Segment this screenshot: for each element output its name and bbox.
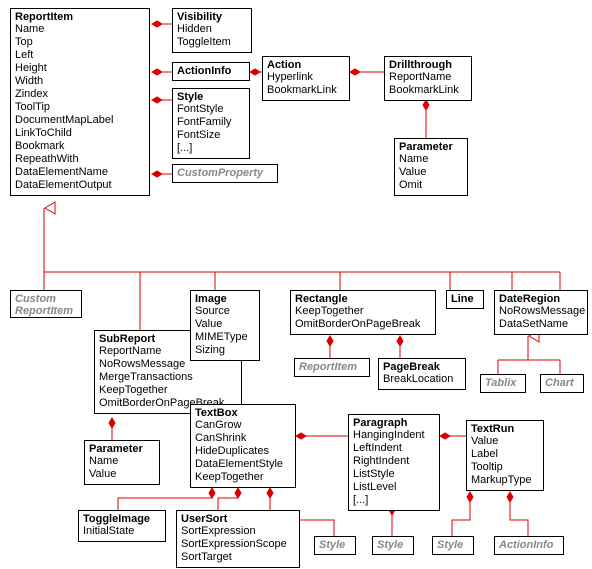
class-rectangle: Rectangle KeepTogetherOmitBorderOnPageBr… [290,290,436,335]
class-image: Image SourceValueMIMETypeSizing [190,290,260,361]
class-title: ActionInfo [173,63,249,80]
class-title: Rectangle [291,291,435,305]
class-chart: Chart [540,374,584,393]
class-attrs: HyperlinkBookmarkLink [263,71,349,100]
class-title: TextRun [467,421,543,435]
class-title: ReportItem [295,359,369,376]
class-title: Visibility [173,9,251,23]
class-customproperty: CustomProperty [172,164,278,183]
class-style-ghost-1: Style [314,536,356,555]
class-title: Style [433,537,473,554]
class-title: CustomReportItem [11,291,81,317]
class-title: Action [263,57,349,71]
class-attrs: NameTopLeftHeightWidthZindexToolTipDocum… [11,23,149,195]
class-title: TextBox [191,405,295,419]
class-title: Line [447,291,483,308]
class-pagebreak: PageBreak BreakLocation [378,358,466,390]
class-attrs: NameValueOmit [395,153,467,195]
class-toggleimage: ToggleImage InitialState [78,510,166,542]
class-reportitem-ghost: ReportItem [294,358,370,377]
class-customreportitem: CustomReportItem [10,290,82,318]
class-visibility: Visibility HiddenToggleItem [172,8,252,53]
class-attrs: SortExpressionSortExpressionScopeSortTar… [177,525,299,567]
class-actioninfo: ActionInfo [172,62,250,81]
class-attrs: ReportNameBookmarkLink [385,71,471,100]
class-actioninfo-ghost: ActionInfo [494,536,564,555]
class-title: Parameter [395,139,467,153]
class-line: Line [446,290,484,309]
class-parameter-sub: Parameter NameValue [84,440,160,485]
class-attrs: FontStyleFontFamilyFontSize[...] [173,103,249,158]
class-title: Drillthrough [385,57,471,71]
class-attrs: KeepTogetherOmitBorderOnPageBreak [291,305,435,334]
class-title: Paragraph [349,415,439,429]
class-dateregion: DateRegion NoRowsMessageDataSetName [494,290,588,335]
class-title: PageBreak [379,359,465,373]
class-attrs: BreakLocation [379,373,465,389]
class-title: Style [315,537,355,554]
class-textrun: TextRun ValueLabelTooltipMarkupType [466,420,544,491]
class-title: Chart [541,375,583,392]
class-title: CustomProperty [173,165,277,182]
class-title: DateRegion [495,291,587,305]
class-paragraph: Paragraph HangingIndentLeftIndentRightIn… [348,414,440,511]
class-attrs: NoRowsMessageDataSetName [495,305,587,334]
class-style-ghost-3: Style [432,536,474,555]
class-usersort: UserSort SortExpressionSortExpressionSco… [176,510,300,568]
class-title: Tablix [481,375,525,392]
class-attrs: NameValue [85,455,159,484]
class-title: Style [173,89,249,103]
class-title: Parameter [85,441,159,455]
class-textbox: TextBox CanGrowCanShrinkHideDuplicatesDa… [190,404,296,488]
class-title: Image [191,291,259,305]
class-title: ToggleImage [79,511,165,525]
class-title: ReportItem [11,9,149,23]
class-title: ActionInfo [495,537,563,554]
class-attrs: HiddenToggleItem [173,23,251,52]
class-attrs: SourceValueMIMETypeSizing [191,305,259,360]
class-attrs: CanGrowCanShrinkHideDuplicatesDataElemen… [191,419,295,487]
class-tablix: Tablix [480,374,526,393]
class-action: Action HyperlinkBookmarkLink [262,56,350,101]
class-drillthrough: Drillthrough ReportNameBookmarkLink [384,56,472,101]
class-style: Style FontStyleFontFamilyFontSize[...] [172,88,250,159]
class-attrs: ValueLabelTooltipMarkupType [467,435,543,490]
class-attrs: InitialState [79,525,165,541]
class-title: Style [373,537,413,554]
class-style-ghost-2: Style [372,536,414,555]
class-title: UserSort [177,511,299,525]
class-parameter-drill: Parameter NameValueOmit [394,138,468,196]
class-reportitem: ReportItem NameTopLeftHeightWidthZindexT… [10,8,150,196]
class-attrs: HangingIndentLeftIndentRightIndentListSt… [349,429,439,510]
